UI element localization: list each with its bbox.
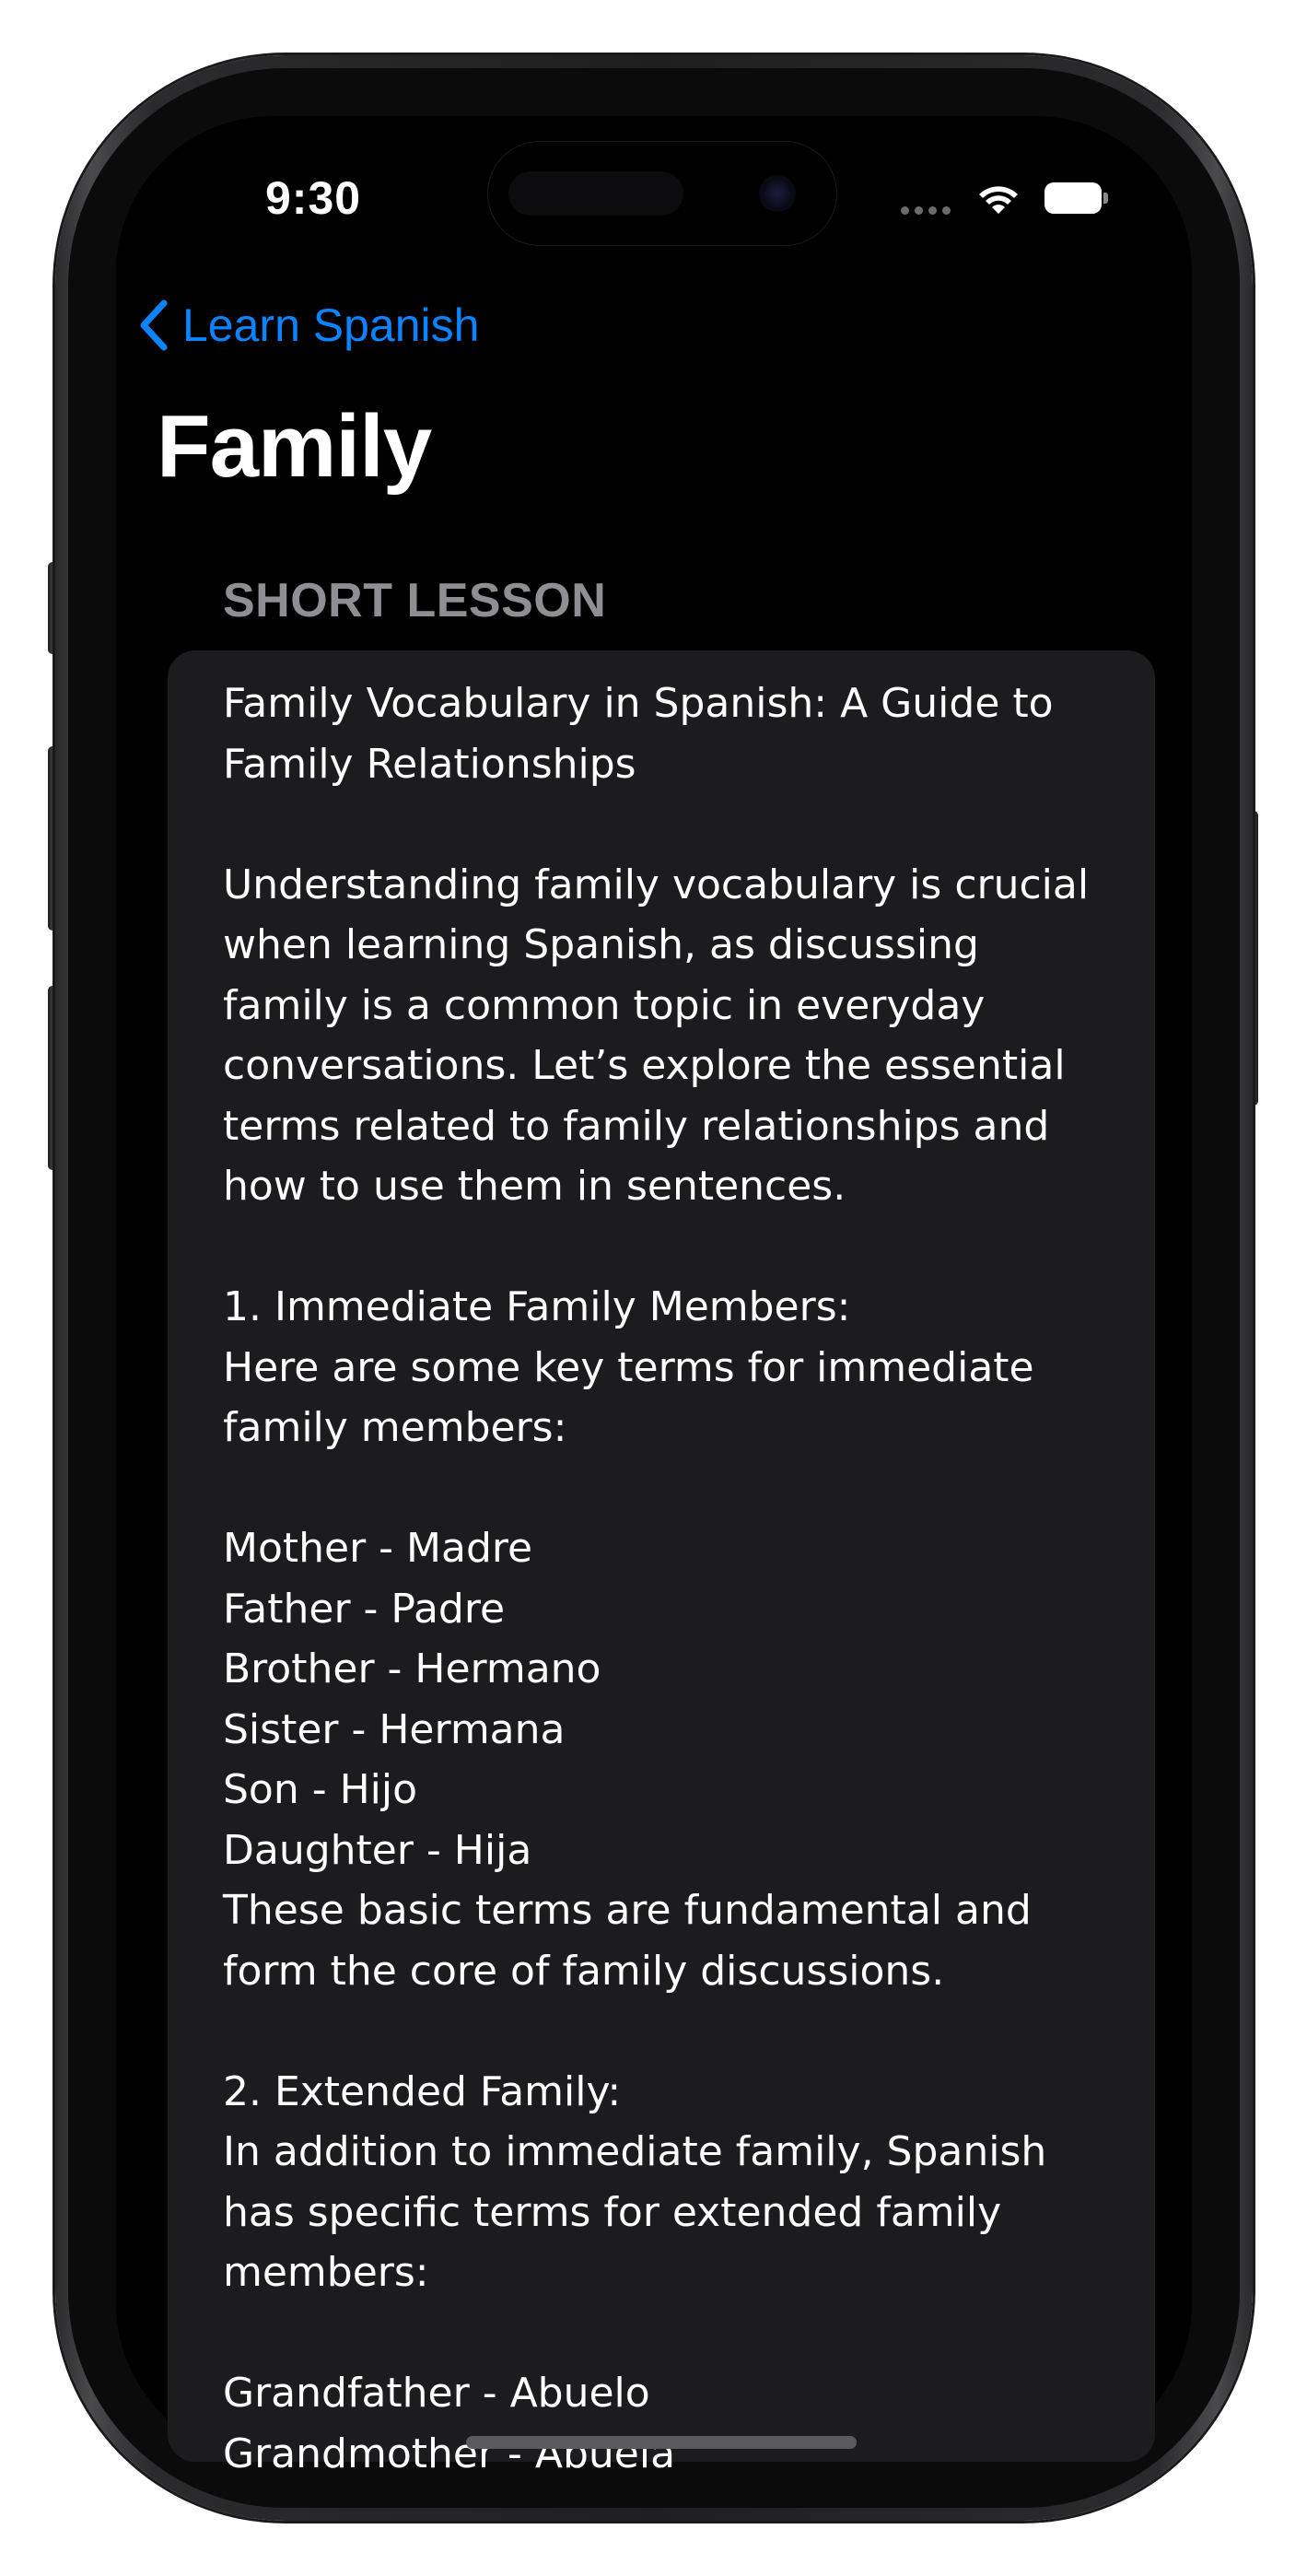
section-header: SHORT LESSON: [223, 574, 607, 627]
battery-icon: [1044, 182, 1102, 214]
home-indicator[interactable]: [466, 2436, 857, 2449]
lesson-card[interactable]: Family Vocabulary in Spanish: A Guide to…: [168, 650, 1155, 2477]
front-camera-icon: [759, 175, 796, 212]
battery-cap: [1103, 193, 1108, 204]
dynamic-island: [488, 142, 836, 245]
cellular-signal-icon: [901, 206, 956, 216]
back-button-label: Learn Spanish: [182, 299, 480, 351]
lesson-text: Family Vocabulary in Spanish: A Guide to…: [223, 680, 1090, 2477]
status-time: 9:30: [265, 172, 362, 224]
chevron-left-icon: [140, 299, 168, 351]
page-title: Family: [157, 397, 432, 496]
back-button[interactable]: Learn Spanish: [136, 293, 479, 357]
wifi-icon: [979, 186, 1018, 214]
island-sensor: [508, 171, 683, 216]
device-mockup: 9:30 Learn Spanish Family SHORT LESSON F…: [0, 0, 1307, 2576]
